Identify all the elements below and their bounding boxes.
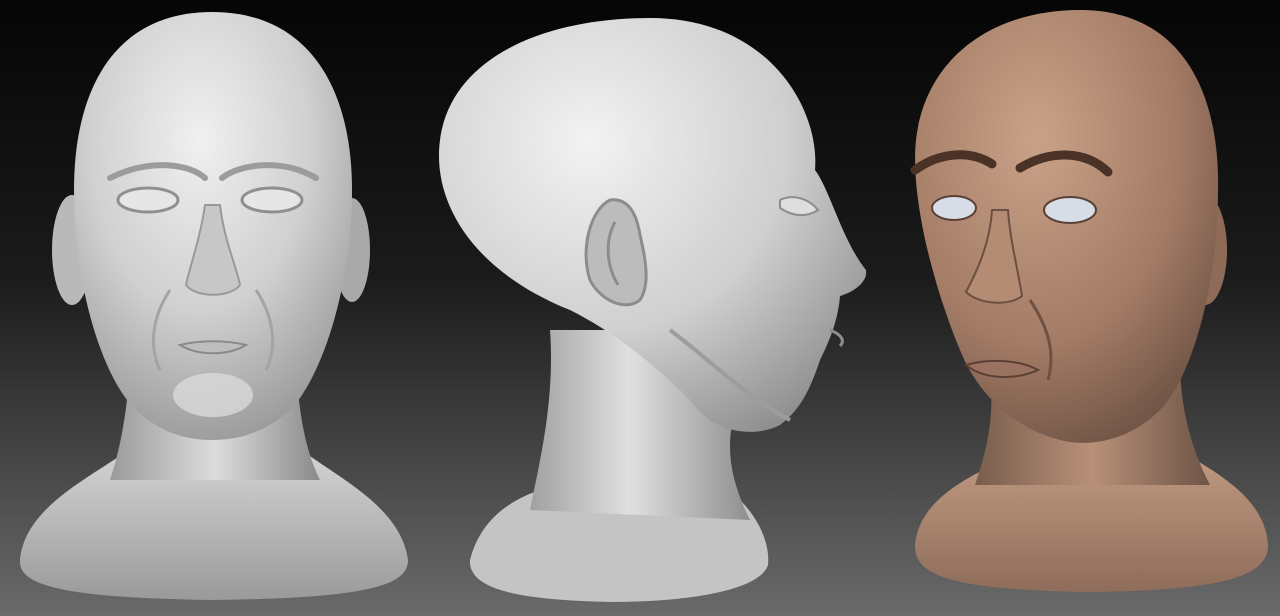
left-eye <box>116 186 180 214</box>
three-quarter-view-head-sculpt <box>880 0 1280 616</box>
right-eye <box>1043 196 1097 224</box>
chin <box>173 373 253 417</box>
render-viewport <box>0 0 1280 616</box>
front-view-head-sculpt <box>0 0 430 616</box>
right-eye <box>240 186 304 214</box>
head <box>915 10 1219 443</box>
mouth <box>829 328 844 348</box>
left-eye <box>931 195 977 221</box>
side-view-head-sculpt <box>410 0 890 616</box>
